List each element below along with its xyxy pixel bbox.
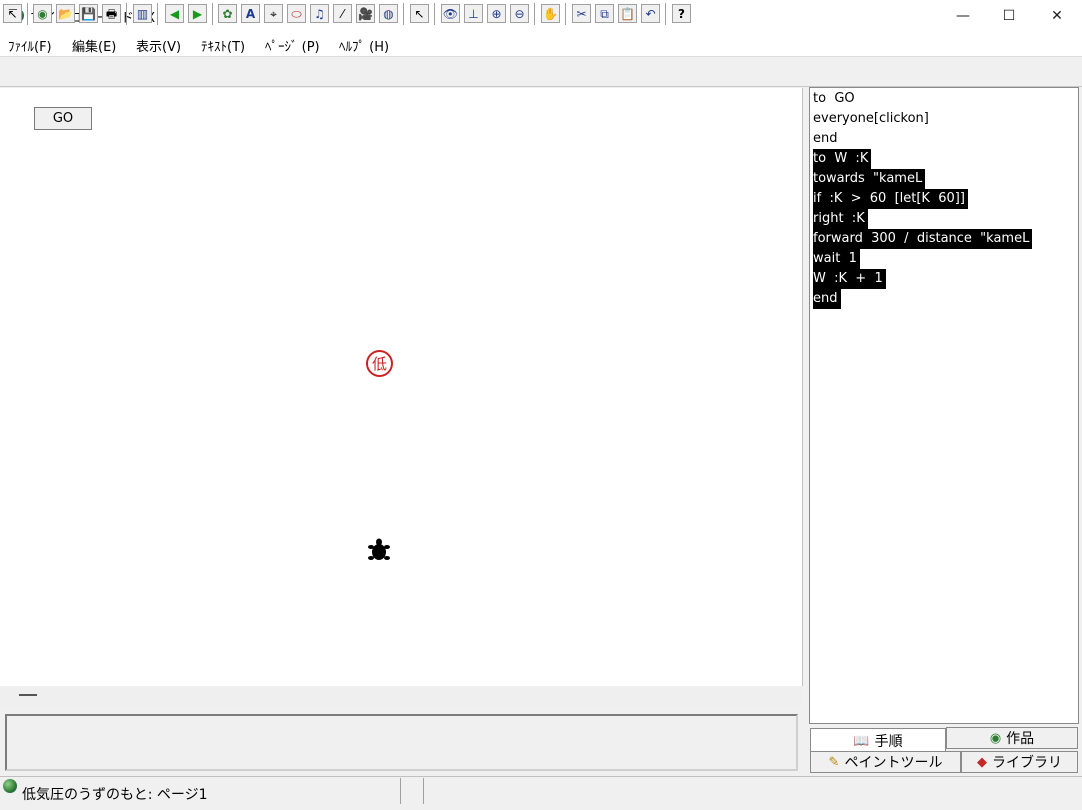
status-divider: [423, 778, 424, 804]
tab-library[interactable]: ◆ ライブラリ: [961, 751, 1078, 773]
music-note-icon[interactable]: ♫: [310, 4, 329, 23]
project-view-icon[interactable]: ▥: [133, 4, 152, 23]
code-line[interactable]: end: [813, 129, 841, 149]
menu-text[interactable]: ﾃｷｽﾄ(T): [201, 36, 245, 55]
slider-tool-icon[interactable]: ⬭: [287, 4, 306, 23]
toolbar-separator: [665, 3, 666, 25]
open-folder-icon[interactable]: 📂: [56, 4, 75, 23]
go-button[interactable]: GO: [34, 107, 92, 130]
new-turtle-icon[interactable]: ✿: [218, 4, 237, 23]
close-button[interactable]: ✕: [1034, 0, 1080, 32]
text-box-icon[interactable]: A: [241, 4, 260, 23]
previous-page-icon[interactable]: ◀: [165, 4, 184, 23]
print-icon[interactable]: 🖶: [102, 4, 121, 23]
menu-view[interactable]: 表示(V): [136, 36, 181, 55]
globe-icon: ◉: [989, 730, 1002, 746]
status-divider: [400, 778, 401, 804]
paintbrush-icon: ✎: [828, 754, 840, 770]
shrink-icon[interactable]: ⊖: [510, 4, 529, 23]
tab-label: ライブラリ: [992, 755, 1062, 771]
toolbar-separator: [212, 3, 213, 25]
page-canvas[interactable]: [0, 88, 803, 686]
tab-paint-tools[interactable]: ✎ ペイントツール: [810, 751, 961, 773]
toolbar: [0, 56, 1082, 87]
low-pressure-stamp[interactable]: 低: [366, 350, 393, 377]
tab-works[interactable]: ◉ 作品: [946, 727, 1078, 749]
project-globe-icon: [3, 779, 17, 793]
record-sound-icon[interactable]: ◍: [379, 4, 398, 23]
paste-icon[interactable]: 📋: [618, 4, 637, 23]
turtle-icon[interactable]: [368, 538, 390, 562]
menu-file[interactable]: ﾌｧｲﾙ(F): [8, 36, 52, 55]
select-arrow-icon[interactable]: ↸: [3, 4, 22, 23]
stamp-icon[interactable]: ⊥: [464, 4, 483, 23]
magic-wand-icon[interactable]: ⁄: [333, 4, 352, 23]
cut-icon[interactable]: ✂: [572, 4, 591, 23]
toolbar-separator: [434, 3, 435, 25]
help-question-icon[interactable]: ?: [672, 4, 691, 23]
code-line[interactable]: to GO: [813, 89, 858, 109]
pointer-arrow-icon[interactable]: ↖: [410, 4, 429, 23]
code-line-selected[interactable]: right :K: [813, 209, 868, 229]
canvas-scroll-strip: [0, 686, 802, 708]
stop-hand-icon[interactable]: ✋: [541, 4, 560, 23]
code-line-selected[interactable]: if :K > 60 [let[K 60]]: [813, 189, 968, 209]
toolbar-separator: [157, 3, 158, 25]
toolbar-separator: [403, 3, 404, 25]
toolbar-separator: [565, 3, 566, 25]
code-line-selected[interactable]: wait 1: [813, 249, 860, 269]
toolbar-separator: [534, 3, 535, 25]
code-line-selected[interactable]: to W :K: [813, 149, 872, 169]
code-line-selected[interactable]: towards "kameL: [813, 169, 926, 189]
maximize-button[interactable]: ☐: [986, 0, 1032, 32]
collapse-handle[interactable]: [19, 694, 37, 696]
next-page-icon[interactable]: ▶: [188, 4, 207, 23]
code-line[interactable]: everyone[clickon]: [813, 109, 932, 129]
toolbar-separator: [27, 3, 28, 25]
tab-procedures[interactable]: 📖 手順: [810, 728, 946, 753]
tab-label: 手順: [874, 734, 903, 750]
grow-icon[interactable]: ⊕: [487, 4, 506, 23]
shapes-icon: ◆: [977, 754, 987, 770]
copy-icon[interactable]: ⧉: [595, 4, 614, 23]
tab-label: 作品: [1006, 731, 1035, 747]
open-book-icon: 📖: [853, 733, 870, 749]
procedures-panel[interactable]: to GO everyone[clickon] end to W :K towa…: [809, 87, 1079, 724]
minimize-button[interactable]: —: [940, 0, 986, 32]
toolbar-separator: [126, 3, 127, 25]
video-camera-icon[interactable]: 🎥: [356, 4, 375, 23]
status-text: 低気圧のうずのもと: ページ1: [22, 787, 208, 803]
code-line-selected[interactable]: W :K + 1: [813, 269, 886, 289]
command-center[interactable]: [5, 714, 798, 771]
code-line-selected[interactable]: forward 300 / distance "kameL: [813, 229, 1033, 249]
menu-help[interactable]: ﾍﾙﾌﾟ (H): [339, 36, 389, 55]
code-line-selected[interactable]: end: [813, 289, 841, 309]
tab-label: ペイントツール: [844, 755, 943, 771]
undo-icon[interactable]: ↶: [641, 4, 660, 23]
eye-view-icon[interactable]: 👁: [441, 4, 460, 23]
menu-page[interactable]: ﾍﾟｰｼﾞ (P): [265, 36, 320, 55]
menu-edit[interactable]: 編集(E): [72, 36, 116, 55]
button-tool-icon[interactable]: ⌖: [264, 4, 283, 23]
globe-icon[interactable]: ◉: [33, 4, 52, 23]
save-icon[interactable]: 💾: [79, 4, 98, 23]
